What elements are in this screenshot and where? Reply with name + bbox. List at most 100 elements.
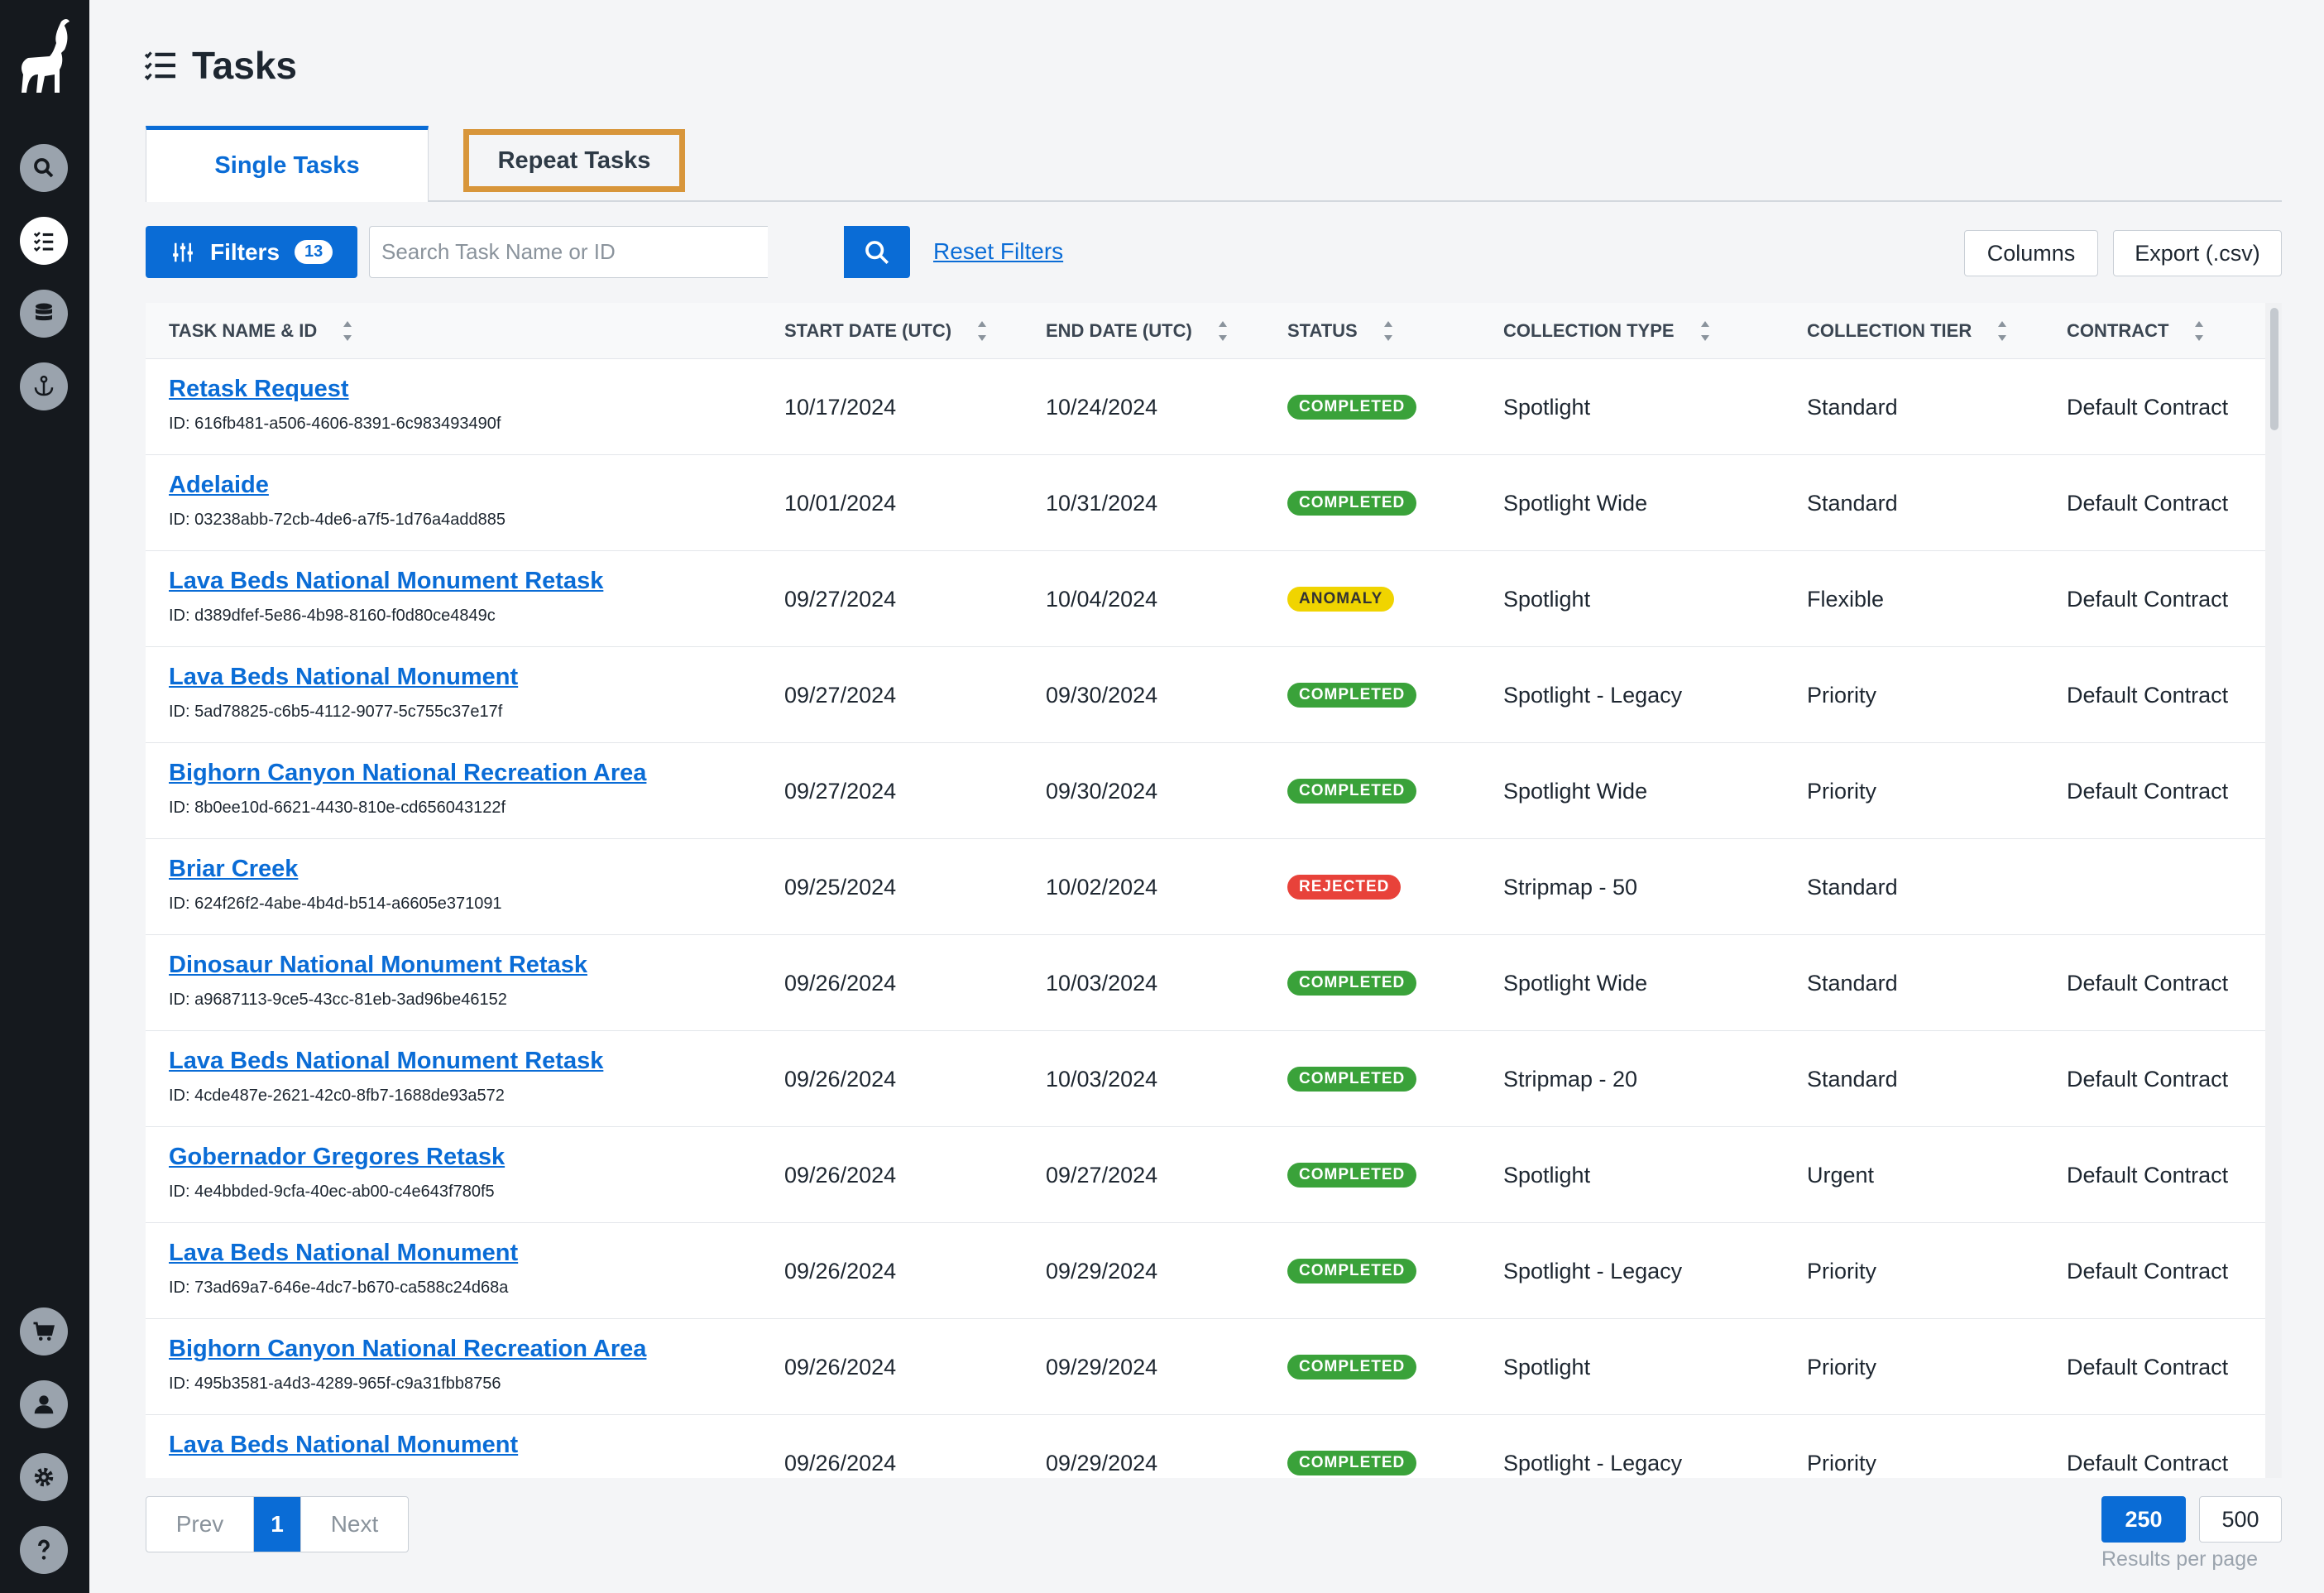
search-input[interactable]: [369, 226, 768, 278]
collection-tier-cell: Standard: [1807, 874, 1898, 900]
task-name-cell: Lava Beds National Monument ID: 5ad78825-…: [169, 664, 518, 722]
task-name-link[interactable]: Lava Beds National Monument: [169, 1240, 518, 1267]
collection-tier-cell: Priority: [1807, 1450, 1877, 1475]
sidebar-database-button[interactable]: [20, 290, 68, 338]
task-name-cell: Gobernador Gregores Retask ID: 4e4bbded-9…: [169, 1144, 505, 1202]
table-row[interactable]: Lava Beds National Monument 09/26/2024 09/…: [146, 1415, 2265, 1478]
status-cell: COMPLETED: [1287, 1415, 1417, 1478]
task-name-link[interactable]: Bighorn Canyon National Recreation Area: [169, 760, 646, 787]
sidebar-settings-button[interactable]: [20, 1453, 68, 1501]
task-id: ID: 03238abb-72cb-4de6-a7f5-1d76a4add885: [169, 511, 506, 529]
status-cell: COMPLETED: [1287, 359, 1417, 455]
task-name-link[interactable]: Gobernador Gregores Retask: [169, 1144, 505, 1171]
export-csv-button[interactable]: Export (.csv): [2113, 230, 2282, 276]
task-name-link[interactable]: Briar Creek: [169, 856, 502, 883]
task-name-link[interactable]: Lava Beds National Monument Retask: [169, 568, 603, 595]
task-name-link[interactable]: Lava Beds National Monument: [169, 1432, 518, 1459]
status-cell: COMPLETED: [1287, 743, 1417, 839]
contract-cell: Default Contract: [2067, 1162, 2229, 1188]
collection-tier-cell: Priority: [1807, 1258, 1877, 1284]
sidebar-tasks-button[interactable]: [20, 217, 68, 265]
table-row[interactable]: Lava Beds National Monument Retask ID: d3…: [146, 551, 2265, 647]
status-badge: COMPLETED: [1287, 779, 1417, 804]
column-header-collection-tier[interactable]: COLLECTION TIER: [1807, 303, 2008, 359]
column-header-end-date[interactable]: END DATE (UTC): [1046, 303, 1229, 359]
sidebar-cart-button[interactable]: [20, 1308, 68, 1355]
task-name-link[interactable]: Bighorn Canyon National Recreation Area: [169, 1336, 646, 1363]
end-date-cell: 10/03/2024: [1046, 970, 1158, 996]
collection-type-cell: Spotlight: [1503, 394, 1591, 420]
gear-icon: [34, 1467, 54, 1487]
contract-cell: Default Contract: [2067, 490, 2229, 516]
task-name-cell: Bighorn Canyon National Recreation Area I…: [169, 1336, 646, 1394]
table-row[interactable]: Dinosaur National Monument Retask ID: a96…: [146, 935, 2265, 1031]
end-date-cell: 09/30/2024: [1046, 778, 1158, 804]
table-row[interactable]: Bighorn Canyon National Recreation Area I…: [146, 1319, 2265, 1415]
start-date-cell: 09/26/2024: [784, 1354, 897, 1379]
table-row[interactable]: Lava Beds National Monument ID: 5ad78825-…: [146, 647, 2265, 743]
status-badge: COMPLETED: [1287, 1451, 1417, 1475]
start-date-cell: 09/26/2024: [784, 1162, 897, 1188]
tab-repeat-tasks[interactable]: Repeat Tasks: [463, 129, 685, 192]
task-name-link[interactable]: Dinosaur National Monument Retask: [169, 952, 587, 979]
sidebar-search-button[interactable]: [20, 144, 68, 192]
end-date-cell: 09/27/2024: [1046, 1162, 1158, 1188]
task-name-link[interactable]: Retask Request: [169, 376, 501, 403]
sort-icon: [343, 321, 352, 341]
current-page-button[interactable]: 1: [254, 1497, 300, 1552]
next-page-button[interactable]: Next: [300, 1497, 408, 1552]
column-header-status[interactable]: STATUS: [1287, 303, 1394, 359]
ibex-logo[interactable]: [13, 17, 73, 99]
task-name-link[interactable]: Lava Beds National Monument Retask: [169, 1048, 603, 1075]
contract-cell: Default Contract: [2067, 394, 2229, 420]
table-row[interactable]: Gobernador Gregores Retask ID: 4e4bbded-9…: [146, 1127, 2265, 1223]
task-id: ID: d389dfef-5e86-4b98-8160-f0d80ce4849c: [169, 607, 496, 625]
table-row[interactable]: Briar Creek ID: 624f26f2-4abe-4b4d-b514-a…: [146, 839, 2265, 935]
sort-icon: [1218, 321, 1227, 341]
status-cell: ANOMALY: [1287, 551, 1395, 647]
end-date-cell: 10/03/2024: [1046, 1066, 1158, 1092]
results-per-page-500[interactable]: 500: [2199, 1496, 2282, 1543]
table-row[interactable]: Lava Beds National Monument Retask ID: 4c…: [146, 1031, 2265, 1127]
prev-page-button[interactable]: Prev: [146, 1497, 254, 1552]
collection-tier-cell: Standard: [1807, 1066, 1898, 1092]
sidebar-user-button[interactable]: [20, 1380, 68, 1428]
column-header-start-date[interactable]: START DATE (UTC): [784, 303, 988, 359]
tab-single-tasks[interactable]: Single Tasks: [146, 126, 429, 202]
status-cell: COMPLETED: [1287, 455, 1417, 551]
reset-filters-link[interactable]: Reset Filters: [933, 238, 1063, 265]
task-name-link[interactable]: Adelaide: [169, 472, 506, 499]
table-scrollbar-thumb[interactable]: [2270, 308, 2278, 430]
anchor-icon: [34, 375, 54, 396]
table-row[interactable]: Retask Request ID: 616fb481-a506-4606-839…: [146, 359, 2265, 455]
status-badge: COMPLETED: [1287, 1259, 1417, 1284]
page-title: Tasks: [144, 43, 297, 88]
status-badge: REJECTED: [1287, 875, 1402, 900]
table-scrollbar[interactable]: [2265, 303, 2282, 1478]
task-name-cell: Briar Creek ID: 624f26f2-4abe-4b4d-b514-a…: [169, 856, 502, 914]
filters-button[interactable]: Filters 13: [146, 226, 357, 278]
sidebar-anchor-button[interactable]: [20, 362, 68, 410]
sort-icon: [978, 321, 987, 341]
collection-type-cell: Spotlight Wide: [1503, 778, 1648, 804]
results-per-page-250[interactable]: 250: [2101, 1496, 2186, 1543]
task-name-cell: Lava Beds National Monument ID: 73ad69a7-…: [169, 1240, 518, 1298]
sidebar-help-button[interactable]: [20, 1526, 68, 1574]
collection-tier-cell: Standard: [1807, 490, 1898, 516]
task-name-cell: Bighorn Canyon National Recreation Area I…: [169, 760, 646, 818]
column-header-collection-type[interactable]: COLLECTION TYPE: [1503, 303, 1711, 359]
table-row[interactable]: Bighorn Canyon National Recreation Area I…: [146, 743, 2265, 839]
columns-button[interactable]: Columns: [1964, 230, 2098, 276]
search-button[interactable]: [844, 226, 910, 278]
column-header-contract[interactable]: CONTRACT: [2067, 303, 2205, 359]
contract-cell: Default Contract: [2067, 1258, 2229, 1284]
start-date-cell: 10/17/2024: [784, 394, 897, 420]
table-row[interactable]: Adelaide ID: 03238abb-72cb-4de6-a7f5-1d76…: [146, 455, 2265, 551]
task-name-link[interactable]: Lava Beds National Monument: [169, 664, 518, 691]
collection-type-cell: Stripmap - 50: [1503, 874, 1638, 900]
user-icon: [34, 1395, 54, 1414]
table-row[interactable]: Lava Beds National Monument ID: 73ad69a7-…: [146, 1223, 2265, 1319]
collection-tier-cell: Priority: [1807, 778, 1877, 804]
status-badge: ANOMALY: [1287, 587, 1395, 612]
column-header-task-name[interactable]: TASK NAME & ID: [169, 303, 353, 359]
